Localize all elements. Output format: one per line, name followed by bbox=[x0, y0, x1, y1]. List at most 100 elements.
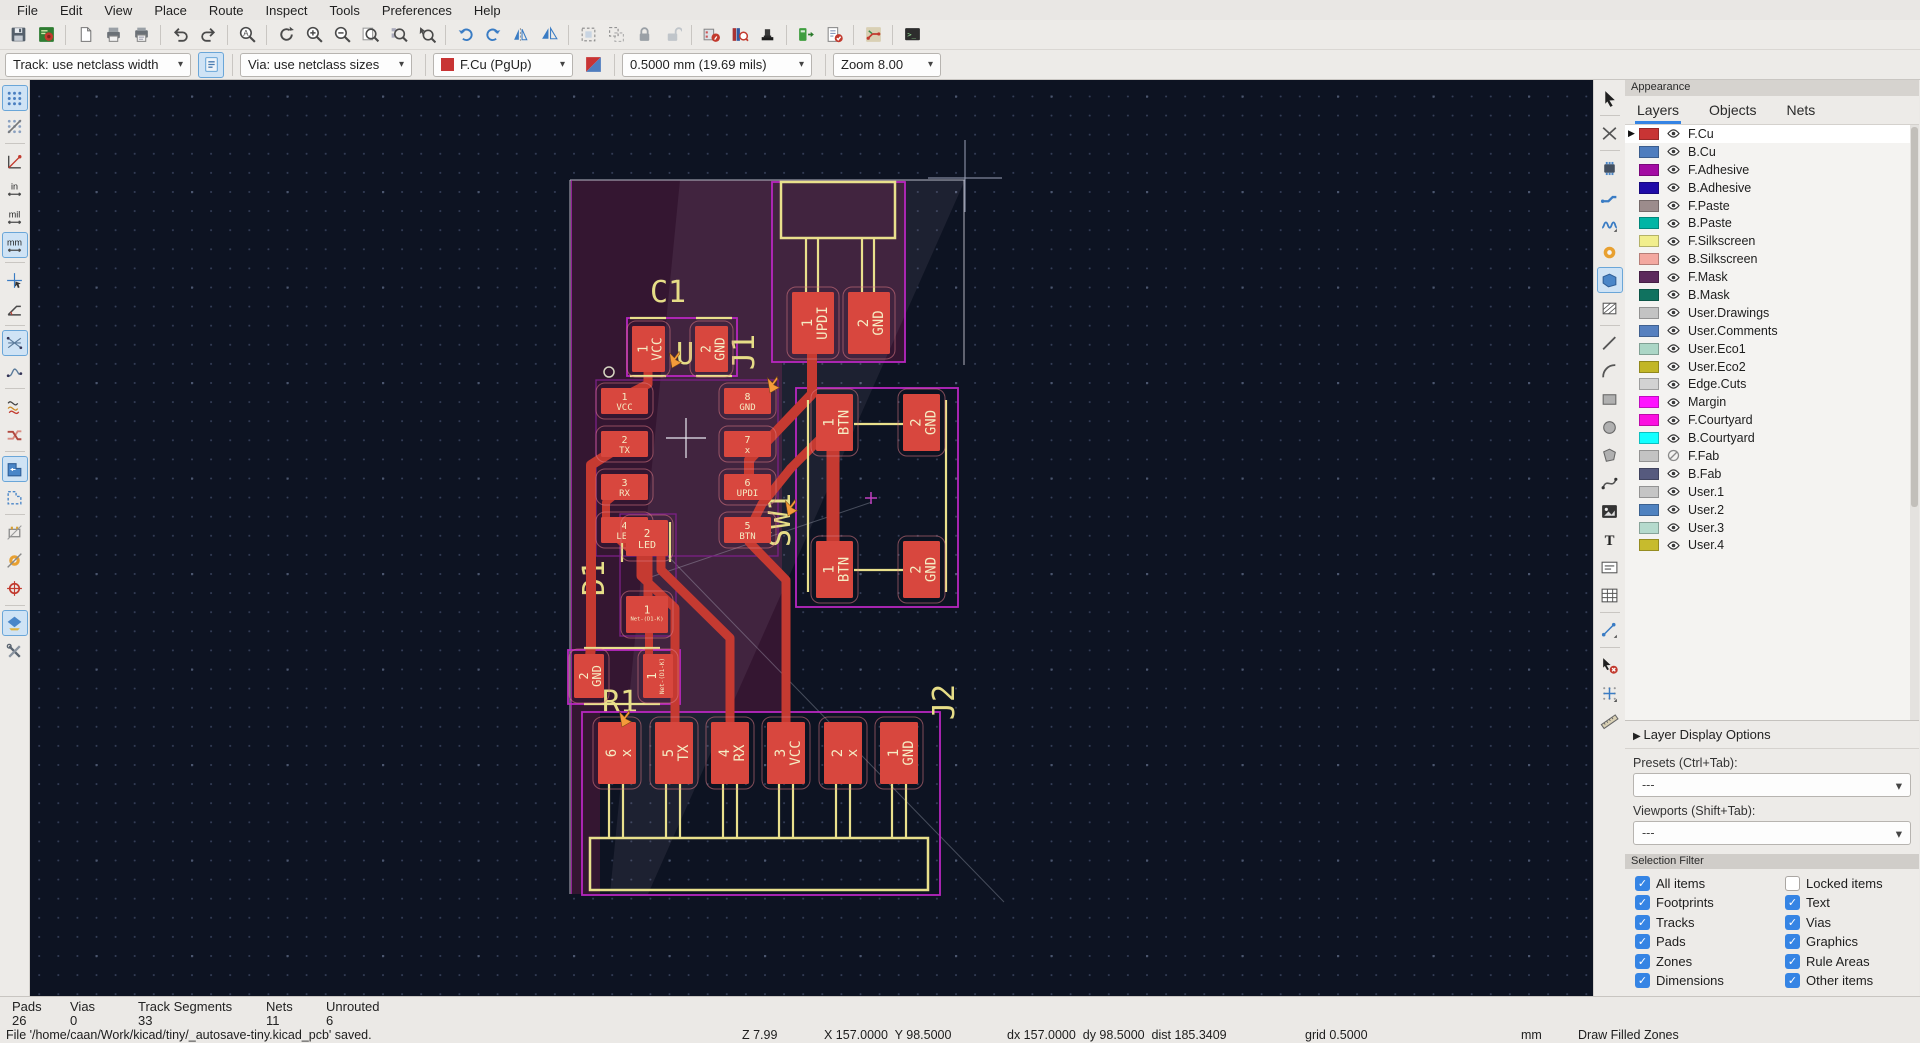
draw-arc-button[interactable] bbox=[1597, 358, 1623, 384]
eye-icon[interactable] bbox=[1666, 162, 1681, 177]
checkbox-checked-icon[interactable]: ✓ bbox=[1635, 914, 1650, 930]
cursor-shape-button[interactable] bbox=[2, 267, 28, 293]
layer-color-swatch[interactable] bbox=[1639, 414, 1659, 427]
select-arrow-button[interactable] bbox=[1597, 85, 1623, 111]
menu-route[interactable]: Route bbox=[198, 2, 255, 19]
local-ratsnest-button[interactable] bbox=[1597, 120, 1623, 146]
layer-color-swatch[interactable] bbox=[1639, 127, 1659, 140]
checkbox-checked-icon[interactable]: ✓ bbox=[1785, 934, 1800, 950]
draw-zone-button[interactable] bbox=[1596, 267, 1623, 293]
layer-color-swatch[interactable] bbox=[1639, 324, 1659, 337]
scripting-console-button[interactable]: >_ bbox=[899, 22, 925, 48]
pad-2-gnd[interactable]: 2GND bbox=[897, 535, 946, 604]
tab-objects[interactable]: Objects bbox=[1707, 98, 1758, 124]
page-settings-button[interactable] bbox=[72, 22, 98, 48]
pad-5-tx[interactable]: 5TX bbox=[649, 716, 699, 790]
filter-footprints[interactable]: ✓ Footprints bbox=[1635, 895, 1785, 911]
layer-color-swatch[interactable] bbox=[1639, 145, 1659, 158]
layer-color-swatch[interactable] bbox=[1639, 217, 1659, 230]
zoom-objects-button[interactable] bbox=[385, 22, 411, 48]
layer-color-swatch[interactable] bbox=[1639, 503, 1659, 516]
presets-dropdown[interactable]: --- ▾ bbox=[1633, 773, 1911, 797]
layer-display-options[interactable]: Layer Display Options bbox=[1625, 720, 1919, 749]
menu-tools[interactable]: Tools bbox=[318, 2, 370, 19]
checkbox-checked-icon[interactable]: ✓ bbox=[1785, 895, 1800, 911]
layer-color-swatch[interactable] bbox=[1639, 449, 1659, 462]
net-highlight-button[interactable] bbox=[2, 393, 28, 419]
draw-rect-button[interactable] bbox=[1597, 386, 1623, 412]
eye-icon[interactable] bbox=[1666, 270, 1681, 285]
crossing-tracks-button[interactable] bbox=[2, 421, 28, 447]
checkbox-checked-icon[interactable]: ✓ bbox=[1785, 953, 1800, 969]
cleanup-tracks-button[interactable] bbox=[860, 22, 886, 48]
checkbox-checked-icon[interactable]: ✓ bbox=[1785, 914, 1800, 930]
find-button[interactable]: A bbox=[234, 22, 260, 48]
mirror-button[interactable] bbox=[536, 22, 562, 48]
zoom-selection-button[interactable] bbox=[413, 22, 439, 48]
pad-1-netd1k[interactable]: 1Net-(D1-K) bbox=[620, 590, 674, 639]
tune-length-button[interactable] bbox=[1597, 211, 1623, 237]
menu-edit[interactable]: Edit bbox=[49, 2, 93, 19]
eye-icon[interactable] bbox=[1666, 198, 1681, 213]
eye-icon[interactable] bbox=[1666, 395, 1681, 410]
layer-color-swatch[interactable] bbox=[1639, 432, 1659, 445]
eye-icon[interactable] bbox=[1666, 359, 1681, 374]
units-inches-button[interactable]: in bbox=[2, 176, 28, 202]
sketch-vias-button[interactable] bbox=[2, 575, 28, 601]
update-pcb-button[interactable] bbox=[793, 22, 819, 48]
print-button[interactable] bbox=[100, 22, 126, 48]
layer-color-swatch[interactable] bbox=[1639, 378, 1659, 391]
pad-1-btn[interactable]: 1BTN bbox=[810, 388, 859, 457]
filter-text[interactable]: ✓ Text bbox=[1785, 895, 1919, 911]
layer-row-margin[interactable]: Margin bbox=[1625, 393, 1919, 411]
checkbox-unchecked-icon[interactable] bbox=[1785, 876, 1800, 891]
refresh-button[interactable] bbox=[273, 22, 299, 48]
layer-color-swatch[interactable] bbox=[1639, 342, 1659, 355]
rotate-cw-button[interactable] bbox=[480, 22, 506, 48]
rule-area-button[interactable] bbox=[1597, 295, 1623, 321]
layer-color-swatch[interactable] bbox=[1639, 306, 1659, 319]
grid-visibility-button[interactable] bbox=[1, 85, 28, 111]
layer-row-f-cu[interactable]: ▶ F.Cu bbox=[1625, 125, 1919, 143]
filter-vias[interactable]: ✓ Vias bbox=[1785, 914, 1919, 930]
pad-2-tx[interactable]: 2 TX bbox=[595, 425, 654, 463]
filter-all-items[interactable]: ✓ All items bbox=[1635, 876, 1785, 891]
place-via-button[interactable] bbox=[1597, 239, 1623, 265]
ungroup-button[interactable] bbox=[603, 22, 629, 48]
layer-row-user-4[interactable]: User.4 bbox=[1625, 536, 1919, 554]
layer-color-swatch[interactable] bbox=[1639, 163, 1659, 176]
menu-help[interactable]: Help bbox=[463, 2, 512, 19]
eye-icon[interactable] bbox=[1666, 305, 1681, 320]
pad-2-gnd[interactable]: 2GND bbox=[897, 388, 946, 457]
layer-color-swatch[interactable] bbox=[1639, 467, 1659, 480]
zone-outline-button[interactable] bbox=[2, 484, 28, 510]
layer-color-swatch[interactable] bbox=[1639, 521, 1659, 534]
dimension-button[interactable] bbox=[1597, 617, 1623, 643]
layer-row-user-eco1[interactable]: User.Eco1 bbox=[1625, 340, 1919, 358]
checkbox-checked-icon[interactable]: ✓ bbox=[1635, 895, 1650, 911]
eye-icon[interactable] bbox=[1666, 144, 1681, 159]
checkbox-checked-icon[interactable]: ✓ bbox=[1635, 934, 1650, 950]
eye-icon[interactable] bbox=[1666, 466, 1681, 481]
pad-1-netd1k[interactable]: 1Net-(D1-K) bbox=[637, 648, 679, 704]
place-text-button[interactable]: T bbox=[1597, 526, 1623, 552]
layer-row-b-fab[interactable]: B.Fab bbox=[1625, 465, 1919, 483]
layer-row-f-silkscreen[interactable]: F.Silkscreen bbox=[1625, 232, 1919, 250]
text-box-button[interactable] bbox=[1597, 554, 1623, 580]
units-mm-button[interactable]: mm bbox=[1, 232, 28, 258]
draw-circle-button[interactable] bbox=[1597, 414, 1623, 440]
eye-icon[interactable] bbox=[1666, 323, 1681, 338]
eye-icon[interactable] bbox=[1666, 341, 1681, 356]
drc-button[interactable] bbox=[821, 22, 847, 48]
layer-row-edge-cuts[interactable]: Edge.Cuts bbox=[1625, 375, 1919, 393]
layer-color-swatch[interactable] bbox=[1639, 360, 1659, 373]
pad-2-led[interactable]: 2 LED bbox=[620, 514, 674, 562]
measure-button[interactable] bbox=[1597, 708, 1623, 734]
layer-row-f-fab[interactable]: F.Fab bbox=[1625, 447, 1919, 465]
draw-line-button[interactable] bbox=[1597, 330, 1623, 356]
pad-2-gnd[interactable]: 2GND bbox=[689, 320, 734, 378]
viewports-dropdown[interactable]: --- ▾ bbox=[1633, 821, 1911, 845]
units-mils-button[interactable]: mil bbox=[2, 204, 28, 230]
pad-3-vcc[interactable]: 3VCC bbox=[761, 716, 811, 790]
draw-bezier-button[interactable] bbox=[1597, 470, 1623, 496]
